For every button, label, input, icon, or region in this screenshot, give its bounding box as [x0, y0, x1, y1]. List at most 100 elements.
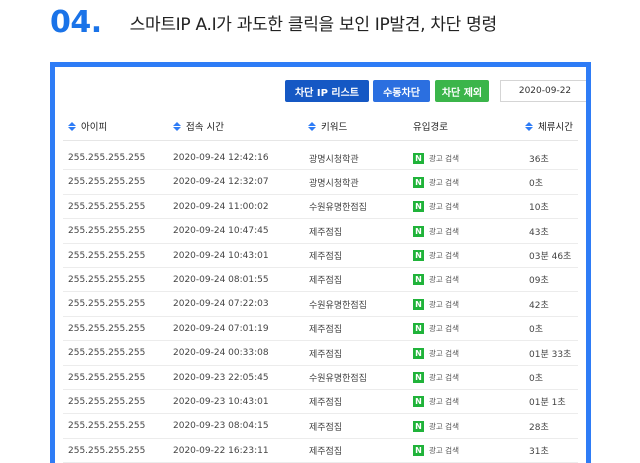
ip-cell: 255.255.255.255 — [68, 153, 146, 163]
dwell-time-cell: 0초 — [529, 374, 544, 385]
table-row[interactable]: 255.255.255.255 2020-09-23 10:43:01 제주점집 N 광… — [63, 390, 578, 415]
date-picker[interactable]: 2020-09-22 — [500, 80, 586, 102]
route-label: 광고 검색 — [429, 153, 459, 163]
ip-cell: 255.255.255.255 — [68, 226, 146, 237]
page-title: 스마트IP A.I가 과도한 클릭을 보인 IP발견, 차단 명령 — [129, 14, 497, 35]
naver-n-icon: N — [413, 347, 424, 359]
table-row[interactable]: 255.255.255.255 2020-09-24 10:43:01 제주점집 N 광… — [63, 244, 578, 268]
sort-icon — [308, 121, 316, 131]
table-row[interactable]: 255.255.255.255 2020-09-24 11:00:02 수원유명한점… — [63, 195, 578, 220]
dwell-time-cell: 03분 46초 — [529, 252, 572, 263]
route-label: 광고 검색 — [429, 202, 459, 212]
sort-icon — [525, 121, 533, 131]
unblock-button[interactable]: 차단 제외 — [435, 80, 489, 102]
table-row[interactable]: 255.255.255.255 2020-09-22 16:23:11 제주점집 N 광… — [63, 439, 578, 463]
route-cell: N 광고 검색 — [413, 146, 459, 170]
access-time-cell: 2020-09-22 16:23:11 — [173, 445, 269, 456]
table-row[interactable]: 255.255.255.255 2020-09-24 07:01:19 제주점집 N 광… — [63, 317, 578, 342]
route-label: 광고 검색 — [429, 177, 459, 187]
column-header-dwell-time[interactable]: 체류시간 — [525, 119, 573, 133]
ip-cell: 255.255.255.255 — [68, 445, 146, 456]
keyword-cell: 제주점집 — [309, 227, 343, 238]
column-header-access-time[interactable]: 접속 시간 — [173, 119, 224, 133]
route-label: 광고 검색 — [429, 226, 459, 236]
access-time-cell: 2020-09-23 10:43:01 — [173, 396, 269, 407]
access-time-cell: 2020-09-24 11:00:02 — [173, 201, 269, 212]
blocked-ip-list-button[interactable]: 차단 IP 리스트 — [285, 80, 369, 102]
table-row[interactable]: 255.255.255.255 2020-09-24 08:01:55 제주점집 N 광… — [63, 268, 578, 293]
table-row[interactable]: 255.255.255.255 2020-09-23 08:04:15 제주점집 N 광… — [63, 414, 578, 439]
keyword-cell: 제주점집 — [309, 422, 343, 433]
column-header-ip[interactable]: 아이피 — [68, 119, 107, 133]
table-row[interactable]: 255.255.255.255 2020-09-24 12:32:07 광명시청학관… — [63, 170, 578, 195]
ip-cell: 255.255.255.255 — [68, 201, 146, 212]
naver-n-icon: N — [413, 176, 424, 188]
route-cell: N 광고 검색 — [413, 317, 459, 341]
ip-cell: 255.255.255.255 — [68, 177, 146, 188]
table-row[interactable]: 255.255.255.255 2020-09-23 22:05:45 수원유명한점… — [63, 366, 578, 390]
column-header-label: 접속 시간 — [186, 122, 224, 133]
access-time-cell: 2020-09-24 10:43:01 — [173, 250, 269, 261]
access-time-cell: 2020-09-24 12:32:07 — [173, 177, 269, 188]
header-divider — [63, 140, 578, 141]
ip-cell: 255.255.255.255 — [68, 372, 146, 383]
route-cell: N 광고 검색 — [413, 366, 459, 390]
naver-n-icon: N — [413, 298, 424, 310]
access-time-cell: 2020-09-23 08:04:15 — [173, 421, 269, 432]
access-time-cell: 2020-09-24 00:33:08 — [173, 348, 269, 359]
route-cell: N 광고 검색 — [413, 341, 459, 365]
keyword-cell: 제주점집 — [309, 349, 343, 360]
ip-cell: 255.255.255.255 — [68, 250, 146, 261]
keyword-cell: 제주점집 — [309, 447, 343, 458]
naver-n-icon: N — [413, 250, 424, 262]
route-label: 광고 검색 — [429, 421, 459, 431]
keyword-cell: 수원유명한점집 — [309, 374, 367, 385]
naver-n-icon: N — [413, 225, 424, 237]
toolbar: 차단 IP 리스트 수동차단 차단 제외 2020-09-22 — [55, 80, 586, 102]
ip-cell: 255.255.255.255 — [68, 323, 146, 334]
naver-n-icon: N — [413, 201, 424, 213]
table-row[interactable]: 255.255.255.255 2020-09-24 07:22:03 수원유명한점… — [63, 292, 578, 317]
route-cell: N 광고 검색 — [413, 170, 459, 194]
route-label: 광고 검색 — [429, 446, 459, 456]
access-time-cell: 2020-09-24 07:01:19 — [173, 323, 269, 334]
step-number: 04. — [50, 4, 102, 40]
access-time-cell: 2020-09-23 22:05:45 — [173, 372, 269, 383]
access-time-cell: 2020-09-24 10:47:45 — [173, 226, 269, 237]
ip-cell: 255.255.255.255 — [68, 274, 146, 285]
dwell-time-cell: 10초 — [529, 203, 549, 214]
keyword-cell: 수원유명한점집 — [309, 203, 367, 214]
route-cell: N 광고 검색 — [413, 439, 459, 463]
route-cell: N 광고 검색 — [413, 390, 459, 414]
route-label: 광고 검색 — [429, 373, 459, 383]
manual-block-button[interactable]: 수동차단 — [373, 80, 430, 102]
table-row[interactable]: 255.255.255.255 2020-09-24 00:33:08 제주점집 N 광… — [63, 341, 578, 366]
route-cell: N 광고 검색 — [413, 219, 459, 243]
access-time-cell: 2020-09-24 12:42:16 — [173, 153, 269, 163]
ip-cell: 255.255.255.255 — [68, 348, 146, 359]
column-header-label: 유입경로 — [413, 122, 448, 133]
table-row[interactable]: 255.255.255.255 2020-09-24 12:42:16 광명시청학관… — [63, 146, 578, 171]
column-header-keyword[interactable]: 키워드 — [308, 119, 347, 133]
dwell-time-cell: 01분 33초 — [529, 349, 572, 360]
sort-icon — [173, 121, 181, 131]
table-header: 아이피 접속 시간 키워드 유입경로 체류시간 — [55, 119, 586, 137]
route-label: 광고 검색 — [429, 348, 459, 358]
dwell-time-cell: 42초 — [529, 300, 549, 311]
naver-n-icon: N — [413, 420, 424, 432]
naver-n-icon: N — [413, 396, 424, 408]
route-cell: N 광고 검색 — [413, 195, 459, 219]
dwell-time-cell: 01분 1초 — [529, 398, 566, 409]
route-cell: N 광고 검색 — [413, 414, 459, 438]
sort-icon — [68, 121, 76, 131]
page-header: 04. 스마트IP A.I가 과도한 클릭을 보인 IP발견, 차단 명령 — [50, 0, 497, 44]
route-label: 광고 검색 — [429, 324, 459, 334]
table-row[interactable]: 255.255.255.255 2020-09-24 10:47:45 제주점집 N 광… — [63, 219, 578, 244]
dwell-time-cell: 36초 — [529, 154, 549, 165]
dwell-time-cell: 09초 — [529, 276, 549, 287]
route-cell: N 광고 검색 — [413, 244, 459, 268]
ip-cell: 255.255.255.255 — [68, 299, 146, 310]
route-label: 광고 검색 — [429, 275, 459, 285]
keyword-cell: 제주점집 — [309, 276, 343, 287]
dwell-time-cell: 43초 — [529, 227, 549, 238]
